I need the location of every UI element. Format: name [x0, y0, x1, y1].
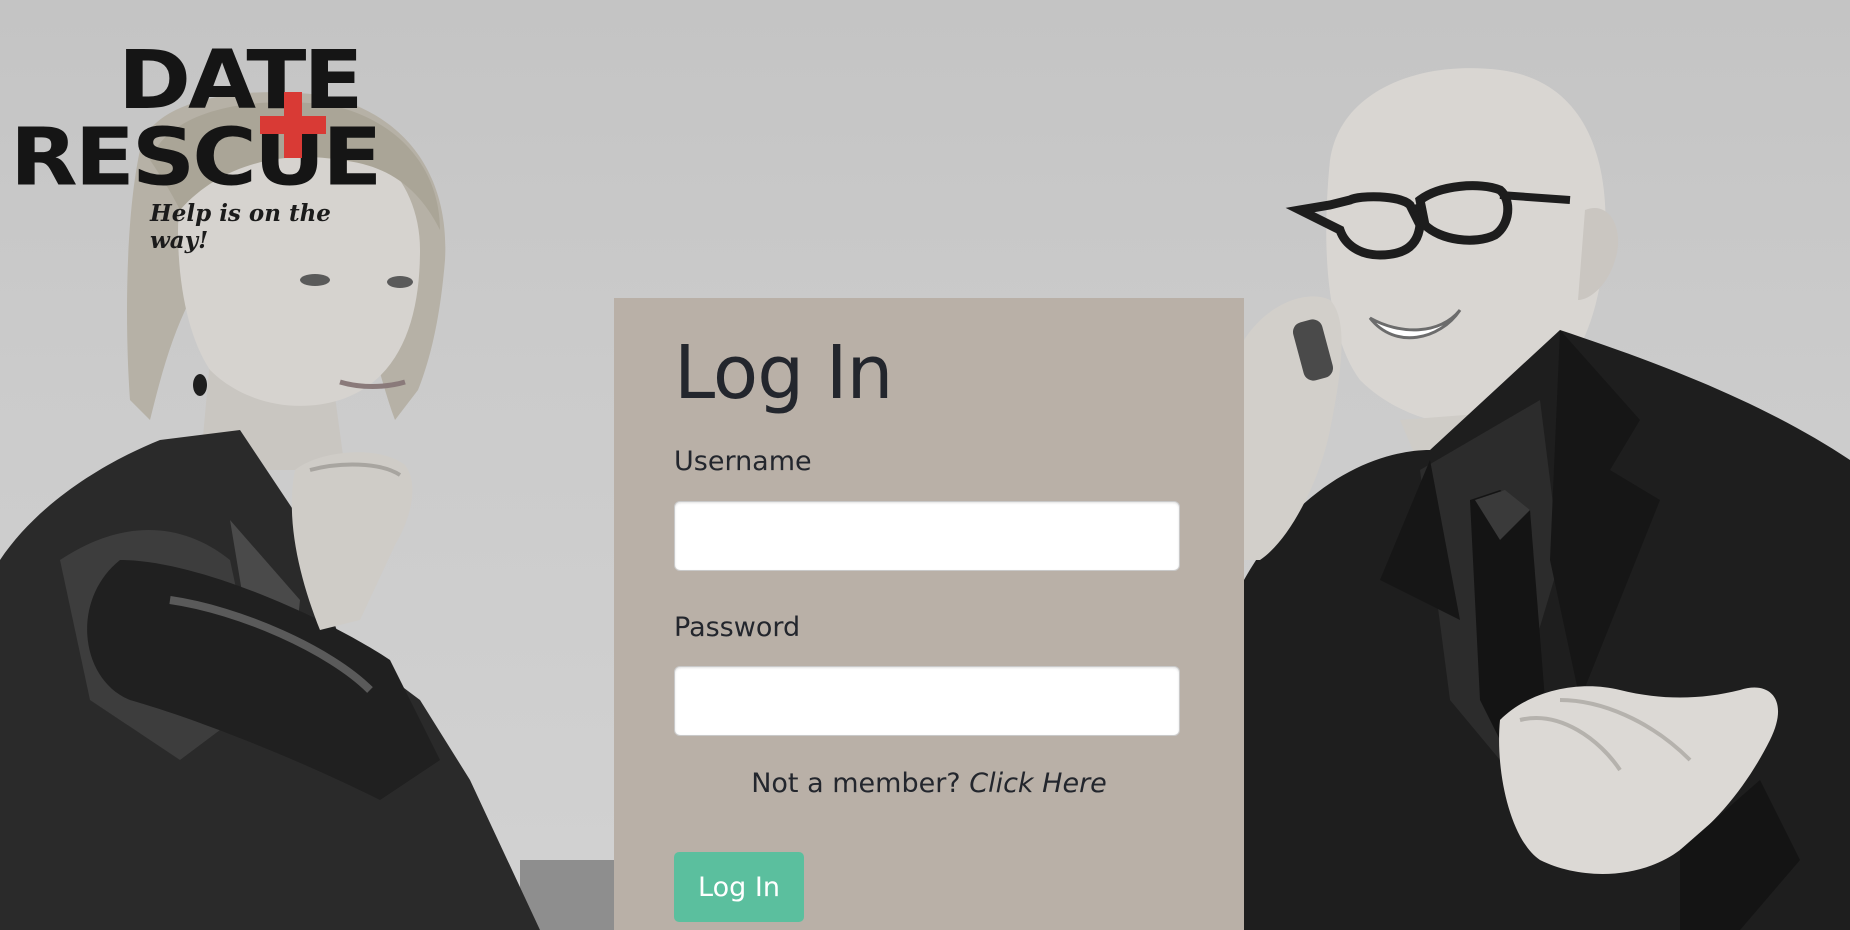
password-field[interactable]: [674, 666, 1180, 736]
man-figure: [1244, 68, 1850, 930]
login-panel: Log In Username Password Not a member? C…: [614, 298, 1244, 930]
password-label: Password: [674, 612, 801, 643]
username-label: Username: [674, 446, 812, 477]
member-prompt-text: Not a member?: [751, 768, 961, 799]
logo-tagline: Help is on the way!: [150, 200, 331, 254]
username-field[interactable]: [674, 501, 1180, 571]
login-button[interactable]: Log In: [674, 852, 804, 922]
date-rescue-logo[interactable]: DATE RESCUE Help is on the way!: [10, 40, 390, 254]
login-page: DATE RESCUE Help is on the way! Log In U…: [0, 0, 1850, 930]
login-title: Log In: [674, 330, 893, 416]
red-cross-icon: [260, 92, 326, 158]
signup-link[interactable]: Click Here: [969, 768, 1107, 799]
signup-prompt: Not a member? Click Here: [614, 768, 1244, 799]
